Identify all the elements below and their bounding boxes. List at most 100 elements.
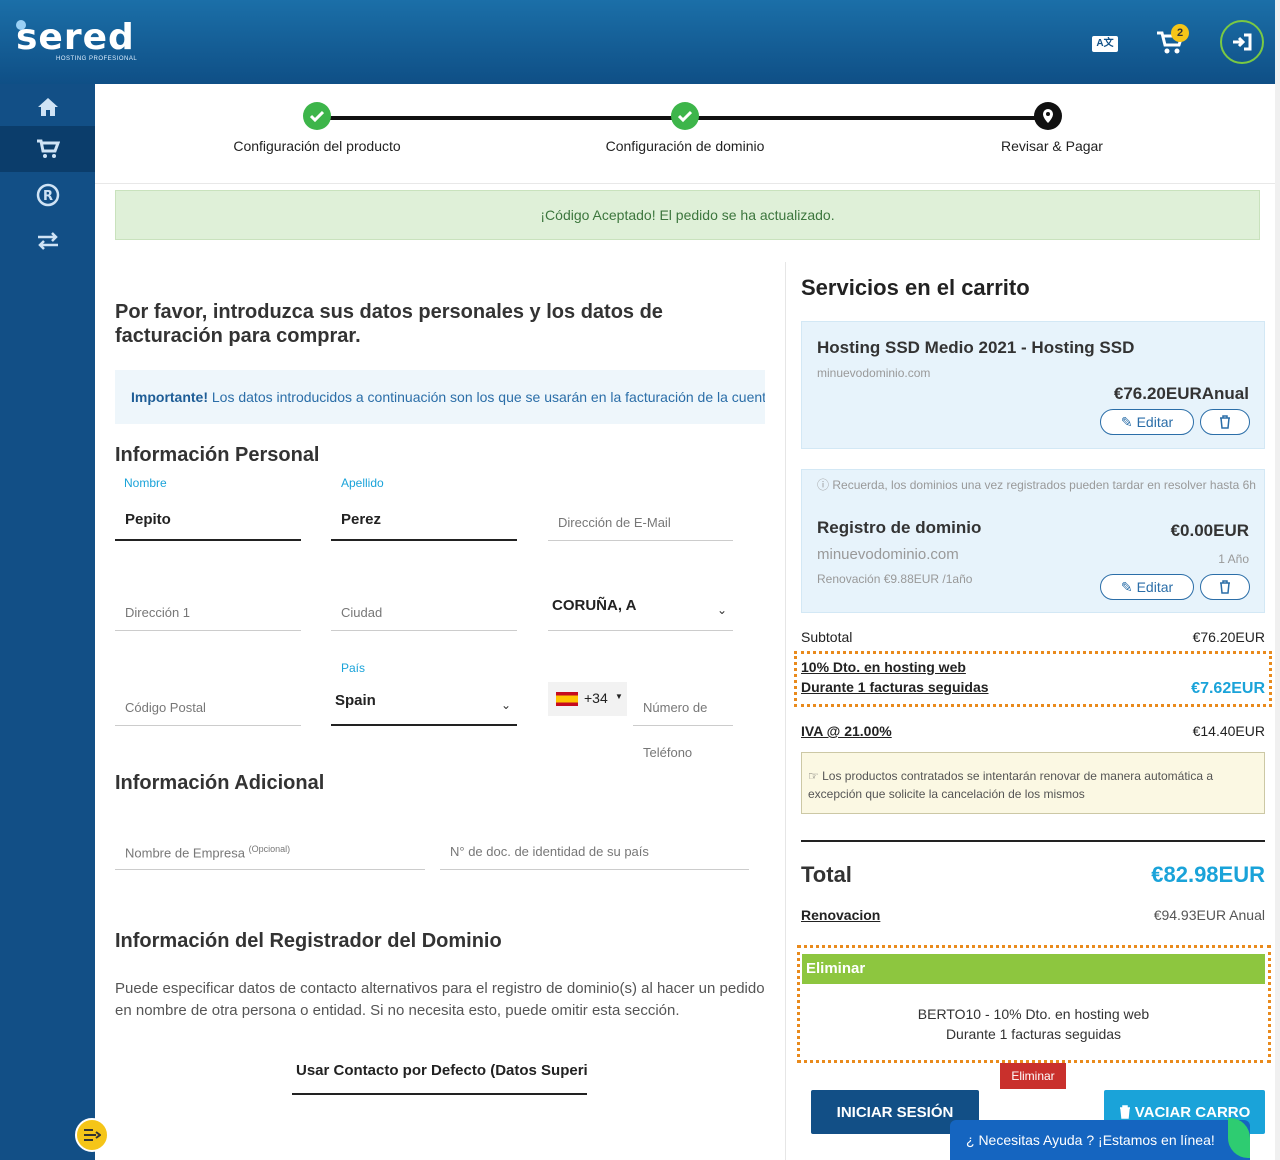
sidebar-item-home[interactable] — [0, 84, 95, 130]
registrar-contact-value: Usar Contacto por Defecto (Datos Superio… — [296, 1062, 587, 1079]
renewal-label[interactable]: Renovacion — [801, 907, 880, 923]
total-label: Total — [801, 862, 852, 887]
tax-value: €14.40EUR — [1192, 723, 1265, 739]
registrar-heading: Información del Registrador del Dominio — [115, 930, 502, 952]
personal-info-heading: Información Personal — [115, 444, 320, 466]
discount-line-1[interactable]: 10% Dto. en hosting web — [801, 659, 1265, 675]
additional-info-heading: Información Adicional — [115, 772, 325, 794]
step-3-label: Revisar & Pagar — [1001, 138, 1103, 154]
country-select[interactable]: Spain ⌄ — [331, 682, 517, 726]
email-field[interactable]: Dirección de E-Mail — [548, 497, 733, 541]
subtotal-label: Subtotal — [801, 629, 853, 645]
success-alert: ¡Código Aceptado! El pedido se ha actual… — [115, 190, 1260, 240]
phone-placeholder-suffix: Teléfono — [643, 745, 693, 760]
top-header: sered HOSTING PROFESIONAL A文 2 — [0, 0, 1280, 84]
checkout-steps: Configuración del producto Configuración… — [95, 84, 1275, 184]
city-field[interactable]: Ciudad — [331, 587, 517, 631]
first-name-label: Nombre — [124, 476, 167, 490]
hosting-edit-button[interactable]: ✎ Editar — [1100, 409, 1194, 435]
country-value: Spain — [335, 692, 376, 709]
promo-code-box: BERTO10 - 10% Dto. en hosting web Durant… — [802, 994, 1265, 1054]
logo-subtitle: HOSTING PROFESIONAL — [56, 56, 138, 62]
domain-edit-button[interactable]: ✎ Editar — [1100, 574, 1194, 600]
caret-down-icon: ▼ — [615, 692, 623, 701]
phone-field[interactable]: Número de — [633, 682, 733, 726]
renewal-value: €94.93EUR Anual — [1153, 907, 1265, 923]
step-2-label: Configuración de dominio — [605, 138, 765, 154]
pencil-icon: ✎ — [1120, 413, 1133, 430]
auto-renew-notice: ☞ Los productos contratados se intentará… — [801, 752, 1265, 814]
translate-icon[interactable]: A文 — [1092, 36, 1118, 52]
company-placeholder: Nombre de Empresa (Opcional) — [125, 844, 291, 861]
phone-placeholder: Número de — [643, 700, 708, 715]
total-divider — [801, 840, 1265, 842]
sidebar: R — [0, 84, 95, 1160]
domain-item-domain: minuevodominio.com — [817, 546, 959, 563]
important-notice: Importante! Los datos introducidos a con… — [115, 370, 765, 424]
logo-dot — [16, 20, 26, 30]
cart-title: Servicios en el carrito — [801, 275, 1030, 300]
company-field[interactable]: Nombre de Empresa (Opcional) — [115, 826, 425, 870]
registrar-description: Puede especificar datos de contacto alte… — [115, 980, 765, 1019]
region-value: CORUÑA, A — [552, 597, 637, 614]
hosting-item-price: €76.20EURAnual — [1113, 384, 1249, 403]
sign-in-button[interactable] — [1220, 20, 1264, 64]
promo-line-1: BERTO10 - 10% Dto. en hosting web — [917, 1006, 1150, 1022]
logo[interactable]: sered HOSTING PROFESIONAL — [16, 18, 137, 62]
step-2-check-icon — [671, 102, 699, 130]
hosting-item-name: Hosting SSD Medio 2021 - Hosting SSD — [817, 338, 1135, 357]
page-scrollbar[interactable] — [1275, 0, 1280, 1160]
discount-value: €7.62EUR — [1191, 680, 1265, 697]
discount-row: 10% Dto. en hosting web Durante 1 factur… — [801, 659, 1265, 697]
trash-icon — [1220, 580, 1230, 594]
sidebar-item-transfer[interactable] — [0, 218, 95, 264]
address-field[interactable]: Dirección 1 — [115, 587, 301, 631]
postal-code-field[interactable]: Código Postal — [115, 682, 301, 726]
domain-item-period: 1 Año — [1218, 552, 1249, 566]
tax-row: IVA @ 21.00% €14.40EUR — [801, 723, 1265, 739]
spain-flag-icon — [556, 692, 578, 706]
id-document-field[interactable]: N° de doc. de identidad de su país — [440, 826, 749, 870]
region-select[interactable]: CORUÑA, A ⌄ — [548, 587, 733, 631]
address-placeholder: Dirección 1 — [125, 605, 191, 620]
trash-icon — [1220, 415, 1230, 429]
chevron-down-icon: ⌄ — [716, 603, 727, 617]
hosting-item-domain: minuevodominio.com — [817, 366, 931, 380]
cart-icon — [36, 139, 60, 158]
tax-label[interactable]: IVA @ 21.00% — [801, 723, 892, 739]
transfer-icon — [37, 232, 58, 250]
domain-item-renewal: Renovación €9.88EUR /1año — [817, 572, 973, 586]
column-divider — [785, 262, 786, 1160]
svg-text:R: R — [42, 189, 52, 204]
sign-in-icon — [1233, 33, 1252, 51]
hosting-delete-button[interactable] — [1200, 409, 1250, 435]
registered-icon: R — [36, 183, 59, 207]
hosting-item-card: Hosting SSD Medio 2021 - Hosting SSD min… — [801, 321, 1265, 449]
first-name-field[interactable]: Pepito — [115, 497, 301, 541]
last-name-label: Apellido — [341, 476, 384, 490]
domain-item-name: Registro de dominio — [817, 518, 982, 537]
domain-delete-button[interactable] — [1200, 574, 1250, 600]
first-name-value: Pepito — [125, 511, 171, 528]
step-1-label: Configuración del producto — [233, 138, 401, 154]
phone-country-selector[interactable]: +34 ▼ — [548, 682, 627, 716]
trash-icon — [1119, 1105, 1130, 1119]
last-name-value: Perez — [341, 511, 382, 528]
last-name-field[interactable]: Perez — [331, 497, 517, 541]
live-chat-bar[interactable]: ¿ Necesitas Ayuda ? ¡Estamos en línea! — [950, 1120, 1250, 1160]
info-icon: ⓘ — [817, 478, 830, 492]
arrow-list-icon — [84, 1129, 101, 1141]
help-fab-button[interactable] — [75, 1118, 109, 1152]
email-placeholder: Dirección de E-Mail — [558, 515, 671, 530]
promo-line-2: Durante 1 facturas seguidas — [945, 1026, 1122, 1042]
registrar-contact-select[interactable]: Usar Contacto por Defecto (Datos Superio… — [292, 1050, 587, 1095]
domain-notice: ⓘ Recuerda, los dominios una vez registr… — [817, 478, 1256, 492]
domain-item-card: ⓘ Recuerda, los dominios una vez registr… — [801, 469, 1265, 613]
sidebar-item-cart[interactable] — [0, 126, 95, 172]
cart-count-badge: 2 — [1171, 24, 1189, 42]
remove-promo-button[interactable]: Eliminar — [1000, 1063, 1066, 1089]
chevron-down-icon: ⌄ — [500, 698, 511, 712]
country-label: País — [341, 661, 366, 675]
sidebar-item-domains[interactable]: R — [0, 172, 95, 218]
domain-item-price: €0.00EUR — [1170, 521, 1249, 540]
